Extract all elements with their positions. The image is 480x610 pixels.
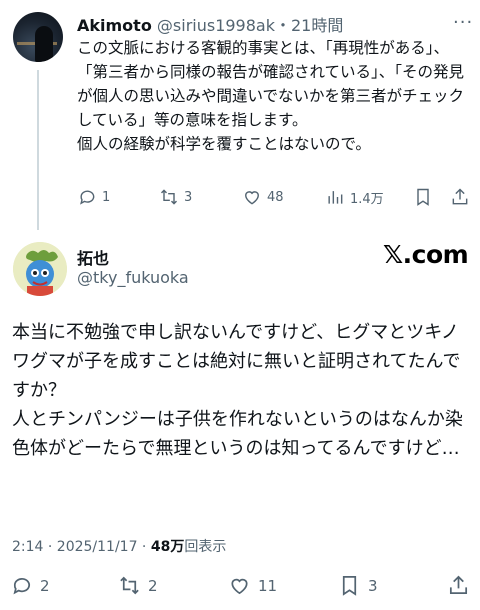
bookmark-icon [342, 576, 357, 596]
repost-icon [120, 576, 139, 595]
reply-header: Akimoto @sirius1998ak・21時間 [77, 12, 343, 36]
avatar[interactable] [13, 12, 63, 62]
share-icon [449, 575, 468, 595]
like-count: 48 [267, 189, 284, 205]
bookmark-icon [417, 188, 429, 206]
tweet-metadata: 2:14 · 2025/11/17 · 48万回表示 [12, 536, 226, 556]
comment-icon [80, 190, 95, 205]
like-button[interactable]: 48 [242, 187, 284, 207]
timestamp[interactable]: 2:14 · 2025/11/17 · [12, 539, 151, 555]
bookmark-button[interactable]: 3 [338, 574, 378, 597]
share-button[interactable] [450, 187, 470, 207]
tweet-text: 本当に不勉強で申し訳ないんですけど、ヒグマとツキノワグマが子を成すことは絶対に無… [12, 318, 472, 463]
repost-button[interactable]: 2 [118, 574, 158, 597]
display-name[interactable]: 拓也 [77, 245, 109, 269]
share-icon [452, 188, 468, 205]
bookmark-button[interactable] [413, 187, 433, 207]
repost-button[interactable]: 3 [159, 187, 192, 207]
reply-paragraph: 個人の経験が科学を覆すことはないので。 [77, 135, 371, 153]
reply-text: この文脈における客観的事実とは、「再現性がある」、「第三者から同様の報告が確認さ… [77, 36, 469, 156]
like-count: 11 [258, 576, 278, 595]
reply-paragraph: この文脈における客観的事実とは、「再現性がある」、「第三者から同様の報告が確認さ… [77, 39, 465, 129]
handle[interactable]: @sirius1998ak [157, 16, 275, 35]
bookmark-count: 3 [368, 576, 378, 595]
reply-button[interactable]: 1 [77, 187, 110, 207]
share-button[interactable] [447, 574, 470, 597]
x-logo: 𝕏.com [383, 240, 469, 269]
reply-tweet: Akimoto @sirius1998ak・21時間 ··· この文脈における客… [0, 0, 480, 230]
like-button[interactable]: 11 [228, 574, 277, 597]
timestamp[interactable]: ・21時間 [275, 16, 343, 35]
reply-count: 1 [102, 189, 111, 205]
more-icon[interactable]: ··· [453, 12, 473, 33]
display-name[interactable]: Akimoto [77, 16, 152, 35]
comment-icon [13, 577, 31, 595]
view-count: 1.4万 [350, 191, 384, 207]
tweet-paragraph: 本当に不勉強で申し訳ないんですけど、ヒグマとツキノワグマが子を成すことは絶対に無… [12, 322, 461, 401]
heart-icon [245, 191, 259, 205]
main-tweet: 拓也 @tky_fukuoka 𝕏.com 本当に不勉強で申し訳ないんですけど、… [0, 232, 480, 610]
handle[interactable]: @tky_fukuoka [77, 268, 189, 287]
thread-line [37, 70, 39, 230]
repost-count: 2 [148, 576, 158, 595]
reply-button[interactable]: 2 [10, 574, 50, 597]
reply-actions: 1 3 48 1.4万 [77, 187, 472, 211]
repost-count: 3 [184, 189, 193, 205]
tweet-paragraph: 人とチンパンジーは子供を作れないというのはなんか染色体がどーたらで無理というのは… [12, 409, 463, 459]
views-label: 回表示 [184, 539, 227, 555]
repost-icon [160, 189, 178, 205]
views-button[interactable]: 1.4万 [325, 187, 384, 207]
tweet-actions: 2 2 11 3 [10, 574, 475, 602]
avatar[interactable] [13, 242, 67, 296]
views-icon [328, 191, 343, 204]
views-count: 48万 [150, 539, 185, 555]
heart-icon [231, 578, 248, 595]
reply-count: 2 [40, 576, 50, 595]
